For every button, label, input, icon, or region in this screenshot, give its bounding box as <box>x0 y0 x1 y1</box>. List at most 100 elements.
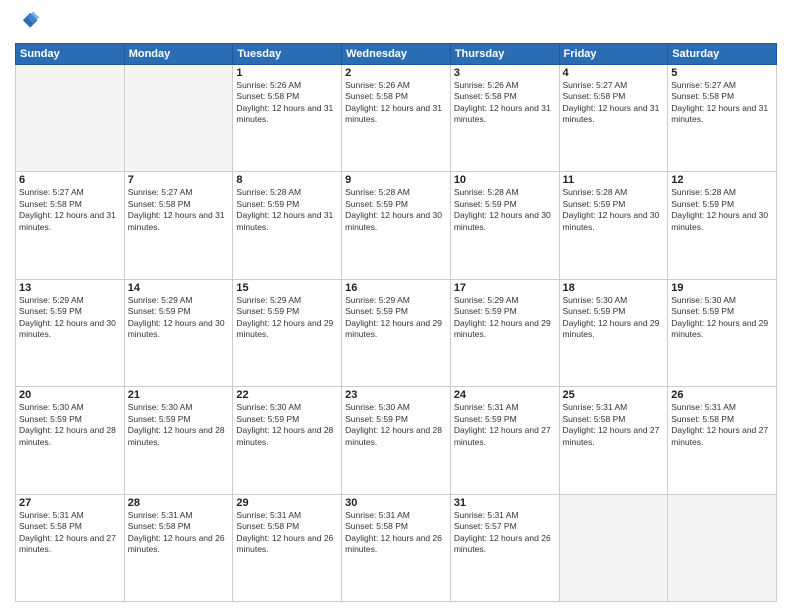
day-info: Sunrise: 5:26 AMSunset: 5:58 PMDaylight:… <box>454 80 556 126</box>
day-number: 13 <box>19 282 121 294</box>
day-number: 1 <box>236 67 338 79</box>
day-info: Sunrise: 5:26 AMSunset: 5:58 PMDaylight:… <box>345 80 447 126</box>
calendar-day-cell: 26Sunrise: 5:31 AMSunset: 5:58 PMDayligh… <box>668 387 777 494</box>
calendar-day-cell: 23Sunrise: 5:30 AMSunset: 5:59 PMDayligh… <box>342 387 451 494</box>
day-number: 31 <box>454 497 556 509</box>
day-info: Sunrise: 5:31 AMSunset: 5:57 PMDaylight:… <box>454 510 556 556</box>
day-number: 14 <box>128 282 230 294</box>
calendar-day-cell: 3Sunrise: 5:26 AMSunset: 5:58 PMDaylight… <box>450 65 559 172</box>
day-info: Sunrise: 5:26 AMSunset: 5:58 PMDaylight:… <box>236 80 338 126</box>
day-number: 4 <box>563 67 665 79</box>
calendar-day-cell: 28Sunrise: 5:31 AMSunset: 5:58 PMDayligh… <box>124 494 233 601</box>
calendar-day-cell: 29Sunrise: 5:31 AMSunset: 5:58 PMDayligh… <box>233 494 342 601</box>
day-info: Sunrise: 5:28 AMSunset: 5:59 PMDaylight:… <box>345 187 447 233</box>
calendar-header-wednesday: Wednesday <box>342 44 451 65</box>
day-info: Sunrise: 5:29 AMSunset: 5:59 PMDaylight:… <box>19 295 121 341</box>
day-info: Sunrise: 5:27 AMSunset: 5:58 PMDaylight:… <box>563 80 665 126</box>
day-info: Sunrise: 5:30 AMSunset: 5:59 PMDaylight:… <box>345 402 447 448</box>
day-info: Sunrise: 5:29 AMSunset: 5:59 PMDaylight:… <box>236 295 338 341</box>
calendar-header-sunday: Sunday <box>16 44 125 65</box>
calendar-header-row: SundayMondayTuesdayWednesdayThursdayFrid… <box>16 44 777 65</box>
day-info: Sunrise: 5:29 AMSunset: 5:59 PMDaylight:… <box>345 295 447 341</box>
calendar-day-cell: 7Sunrise: 5:27 AMSunset: 5:58 PMDaylight… <box>124 172 233 279</box>
calendar-day-cell: 10Sunrise: 5:28 AMSunset: 5:59 PMDayligh… <box>450 172 559 279</box>
calendar-day-cell: 19Sunrise: 5:30 AMSunset: 5:59 PMDayligh… <box>668 279 777 386</box>
calendar-day-cell: 16Sunrise: 5:29 AMSunset: 5:59 PMDayligh… <box>342 279 451 386</box>
day-info: Sunrise: 5:27 AMSunset: 5:58 PMDaylight:… <box>128 187 230 233</box>
day-info: Sunrise: 5:31 AMSunset: 5:58 PMDaylight:… <box>19 510 121 556</box>
day-number: 9 <box>345 174 447 186</box>
calendar-header-saturday: Saturday <box>668 44 777 65</box>
page: SundayMondayTuesdayWednesdayThursdayFrid… <box>0 0 792 612</box>
logo-icon <box>17 10 39 32</box>
calendar-day-cell: 2Sunrise: 5:26 AMSunset: 5:58 PMDaylight… <box>342 65 451 172</box>
calendar-day-cell: 9Sunrise: 5:28 AMSunset: 5:59 PMDaylight… <box>342 172 451 279</box>
calendar-week-row: 6Sunrise: 5:27 AMSunset: 5:58 PMDaylight… <box>16 172 777 279</box>
day-number: 11 <box>563 174 665 186</box>
day-number: 5 <box>671 67 773 79</box>
calendar-header-thursday: Thursday <box>450 44 559 65</box>
calendar-day-cell <box>124 65 233 172</box>
day-info: Sunrise: 5:31 AMSunset: 5:58 PMDaylight:… <box>671 402 773 448</box>
calendar-day-cell <box>668 494 777 601</box>
calendar-week-row: 27Sunrise: 5:31 AMSunset: 5:58 PMDayligh… <box>16 494 777 601</box>
day-number: 10 <box>454 174 556 186</box>
calendar-day-cell <box>16 65 125 172</box>
day-info: Sunrise: 5:30 AMSunset: 5:59 PMDaylight:… <box>236 402 338 448</box>
day-number: 29 <box>236 497 338 509</box>
calendar-day-cell: 1Sunrise: 5:26 AMSunset: 5:58 PMDaylight… <box>233 65 342 172</box>
day-number: 15 <box>236 282 338 294</box>
day-number: 19 <box>671 282 773 294</box>
day-number: 26 <box>671 389 773 401</box>
day-info: Sunrise: 5:27 AMSunset: 5:58 PMDaylight:… <box>19 187 121 233</box>
calendar-day-cell: 27Sunrise: 5:31 AMSunset: 5:58 PMDayligh… <box>16 494 125 601</box>
calendar-table: SundayMondayTuesdayWednesdayThursdayFrid… <box>15 43 777 602</box>
day-number: 24 <box>454 389 556 401</box>
calendar-week-row: 1Sunrise: 5:26 AMSunset: 5:58 PMDaylight… <box>16 65 777 172</box>
day-info: Sunrise: 5:28 AMSunset: 5:59 PMDaylight:… <box>671 187 773 233</box>
day-info: Sunrise: 5:29 AMSunset: 5:59 PMDaylight:… <box>128 295 230 341</box>
day-number: 27 <box>19 497 121 509</box>
day-number: 28 <box>128 497 230 509</box>
day-info: Sunrise: 5:30 AMSunset: 5:59 PMDaylight:… <box>128 402 230 448</box>
day-info: Sunrise: 5:28 AMSunset: 5:59 PMDaylight:… <box>563 187 665 233</box>
day-info: Sunrise: 5:28 AMSunset: 5:59 PMDaylight:… <box>454 187 556 233</box>
day-number: 23 <box>345 389 447 401</box>
calendar-header-friday: Friday <box>559 44 668 65</box>
calendar-header-monday: Monday <box>124 44 233 65</box>
calendar-week-row: 13Sunrise: 5:29 AMSunset: 5:59 PMDayligh… <box>16 279 777 386</box>
day-info: Sunrise: 5:30 AMSunset: 5:59 PMDaylight:… <box>671 295 773 341</box>
day-number: 20 <box>19 389 121 401</box>
calendar-day-cell: 4Sunrise: 5:27 AMSunset: 5:58 PMDaylight… <box>559 65 668 172</box>
calendar-day-cell: 12Sunrise: 5:28 AMSunset: 5:59 PMDayligh… <box>668 172 777 279</box>
day-info: Sunrise: 5:30 AMSunset: 5:59 PMDaylight:… <box>563 295 665 341</box>
day-number: 21 <box>128 389 230 401</box>
calendar-day-cell: 15Sunrise: 5:29 AMSunset: 5:59 PMDayligh… <box>233 279 342 386</box>
day-number: 3 <box>454 67 556 79</box>
calendar-day-cell: 5Sunrise: 5:27 AMSunset: 5:58 PMDaylight… <box>668 65 777 172</box>
day-number: 25 <box>563 389 665 401</box>
calendar-day-cell: 22Sunrise: 5:30 AMSunset: 5:59 PMDayligh… <box>233 387 342 494</box>
day-number: 6 <box>19 174 121 186</box>
calendar-day-cell: 13Sunrise: 5:29 AMSunset: 5:59 PMDayligh… <box>16 279 125 386</box>
day-info: Sunrise: 5:31 AMSunset: 5:58 PMDaylight:… <box>563 402 665 448</box>
day-number: 22 <box>236 389 338 401</box>
calendar-day-cell: 31Sunrise: 5:31 AMSunset: 5:57 PMDayligh… <box>450 494 559 601</box>
day-info: Sunrise: 5:31 AMSunset: 5:59 PMDaylight:… <box>454 402 556 448</box>
day-number: 17 <box>454 282 556 294</box>
calendar-day-cell: 6Sunrise: 5:27 AMSunset: 5:58 PMDaylight… <box>16 172 125 279</box>
day-info: Sunrise: 5:29 AMSunset: 5:59 PMDaylight:… <box>454 295 556 341</box>
logo <box>15 10 39 37</box>
day-info: Sunrise: 5:27 AMSunset: 5:58 PMDaylight:… <box>671 80 773 126</box>
day-info: Sunrise: 5:31 AMSunset: 5:58 PMDaylight:… <box>236 510 338 556</box>
day-number: 30 <box>345 497 447 509</box>
calendar-day-cell: 17Sunrise: 5:29 AMSunset: 5:59 PMDayligh… <box>450 279 559 386</box>
calendar-day-cell: 25Sunrise: 5:31 AMSunset: 5:58 PMDayligh… <box>559 387 668 494</box>
day-number: 18 <box>563 282 665 294</box>
calendar-header-tuesday: Tuesday <box>233 44 342 65</box>
day-info: Sunrise: 5:30 AMSunset: 5:59 PMDaylight:… <box>19 402 121 448</box>
calendar-day-cell: 21Sunrise: 5:30 AMSunset: 5:59 PMDayligh… <box>124 387 233 494</box>
day-number: 2 <box>345 67 447 79</box>
calendar-day-cell <box>559 494 668 601</box>
day-info: Sunrise: 5:31 AMSunset: 5:58 PMDaylight:… <box>128 510 230 556</box>
